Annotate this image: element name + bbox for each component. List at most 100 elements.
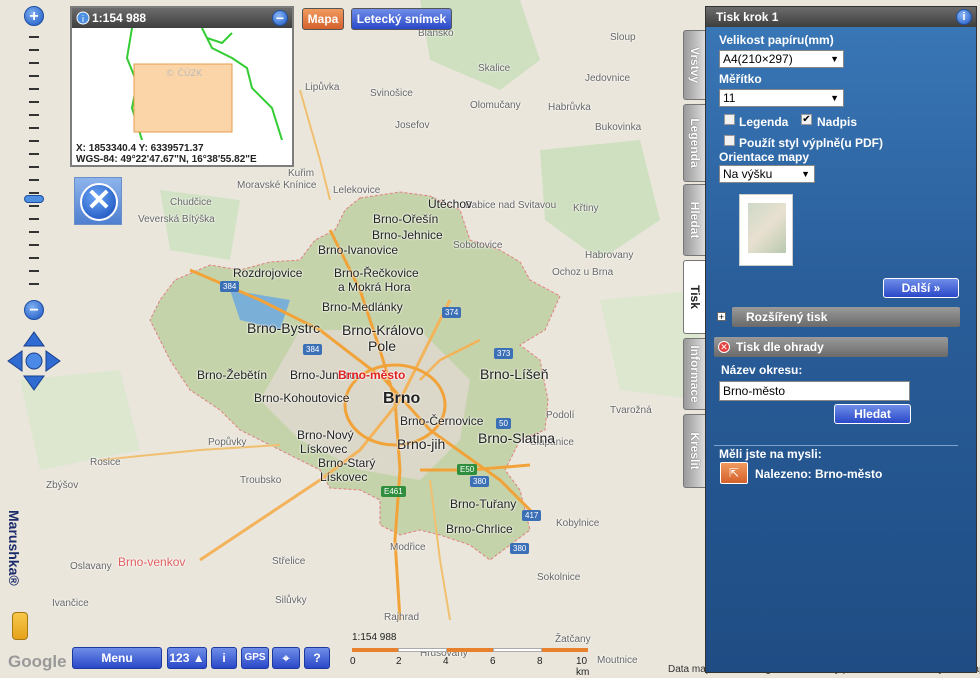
chevron-down-icon: ▼ — [830, 54, 839, 64]
zoom-level-tick[interactable] — [29, 114, 39, 116]
panel-header: Tisk krok 1 i — [706, 7, 976, 27]
zoom-level-tick[interactable] — [29, 192, 39, 194]
close-tool-button[interactable]: ✕ — [74, 177, 122, 225]
zoom-level-tick[interactable] — [29, 75, 39, 77]
measure-button[interactable]: 123 ▲ — [167, 647, 207, 669]
suggestion-label: Měli jste na mysli: — [719, 447, 822, 461]
orientation-label: Orientace mapy — [719, 150, 810, 164]
map-place-label: Sloup — [610, 32, 636, 43]
tab-tisk[interactable]: Tisk — [683, 260, 705, 334]
tab-legenda[interactable]: Legenda — [683, 104, 705, 182]
map-type-aerial-button[interactable]: Letecký snímek — [351, 8, 452, 30]
extended-print-label: Rozšířený tisk — [746, 310, 828, 324]
zoom-level-tick[interactable] — [29, 257, 39, 259]
overview-watermark: © ČÚZK — [166, 67, 204, 79]
help-button[interactable]: ? — [304, 647, 330, 669]
map-place-label: Brno-Ořešín — [373, 212, 439, 226]
map-place-label: Brno-Jehnice — [372, 228, 443, 242]
map-place-label: Brno-Řečkovice — [334, 266, 419, 280]
map-place-label: Rozdrojovice — [233, 266, 303, 280]
map-place-label: Kuřim — [288, 168, 315, 179]
scale-label: 10 km — [576, 656, 590, 678]
zoom-level-tick[interactable] — [29, 283, 39, 285]
print-by-area-label: Tisk dle ohrady — [736, 340, 824, 354]
zoom-bar: + − — [22, 6, 46, 320]
tab-kreslit[interactable]: Kreslit — [683, 414, 705, 488]
tab-hledat[interactable]: Hledat — [683, 184, 705, 256]
paper-size-select[interactable]: A4(210×297) ▼ — [719, 50, 844, 68]
overview-coord-wgs: WGS-84: 49°22'47.67"N, 16°38'55.82"E — [76, 154, 257, 165]
zoom-level-tick[interactable] — [29, 153, 39, 155]
zoom-level-tick[interactable] — [29, 218, 39, 220]
overview-coordinates: X: 1853340.4 Y: 6339571.37 WGS-84: 49°22… — [76, 143, 257, 165]
legend-label: Legenda — [739, 115, 789, 129]
zoom-in-button[interactable]: + — [24, 6, 44, 26]
zoom-to-result-icon[interactable]: ⇱ — [720, 462, 748, 484]
tab-label: Hledat — [688, 201, 702, 239]
legend-checkbox[interactable] — [724, 114, 735, 125]
pan-left-icon — [7, 350, 23, 372]
zoom-level-tick[interactable] — [29, 166, 39, 168]
map-place-label: Brno-Černovice — [400, 414, 484, 428]
locate-button[interactable]: ⌖ — [272, 647, 300, 669]
road-shield: 384 — [303, 344, 323, 355]
extended-print-bar[interactable]: Rozšířený tisk — [732, 307, 960, 327]
overview-map[interactable]: 1:154 988 i − © ČÚZK X: 1853340.4 Y: 633… — [70, 6, 294, 167]
tab-vrstvy[interactable]: Vrstvy — [683, 30, 705, 100]
gps-button[interactable]: GPS — [241, 647, 269, 669]
found-result-link[interactable]: Nalezeno: Brno-město — [755, 467, 882, 481]
tab-label: Informace — [688, 345, 702, 403]
map-place-label: Brno — [383, 390, 421, 407]
zoom-level-tick[interactable] — [29, 140, 39, 142]
close-icon[interactable]: ✕ — [718, 341, 730, 353]
zoom-level-tick[interactable] — [29, 36, 39, 38]
orientation-select[interactable]: Na výšku ▼ — [719, 165, 815, 183]
road-shield: 417 — [522, 510, 542, 521]
zoom-level-tick[interactable] — [29, 205, 39, 207]
info-button[interactable]: i — [211, 647, 237, 669]
zoom-level-tick[interactable] — [29, 270, 39, 272]
pan-control[interactable] — [6, 330, 62, 392]
next-button[interactable]: Další » — [883, 278, 959, 298]
scale-label: Měřítko — [719, 72, 762, 86]
street-view-pegman-icon[interactable] — [12, 612, 28, 640]
pan-up-icon — [23, 331, 45, 347]
district-input[interactable]: Brno-město — [719, 381, 910, 401]
overview-minimize-button[interactable]: − — [272, 10, 288, 26]
zoom-level-tick[interactable] — [29, 231, 39, 233]
zoom-level-tick[interactable] — [29, 179, 39, 181]
caption-checkbox[interactable]: ✔ — [801, 114, 812, 125]
info-icon[interactable]: i — [76, 11, 90, 25]
zoom-level-tick[interactable] — [29, 88, 39, 90]
fill-style-checkbox[interactable] — [724, 135, 735, 146]
brand-logo: Marushka® — [6, 510, 22, 586]
zoom-level-tick[interactable] — [29, 49, 39, 51]
zoom-level-tick[interactable] — [29, 62, 39, 64]
info-icon[interactable]: i — [956, 9, 972, 25]
road-shield: 373 — [494, 348, 514, 359]
zoom-level-tick[interactable] — [29, 244, 39, 246]
zoom-level-tick[interactable] — [29, 101, 39, 103]
map-place-label: Tvarožná — [610, 405, 652, 416]
chevron-down-icon: ▼ — [801, 169, 810, 179]
close-icon: ✕ — [80, 183, 118, 221]
print-by-area-bar[interactable]: Tisk dle ohrady — [714, 337, 948, 357]
search-button[interactable]: Hledat — [834, 404, 911, 424]
svg-text:i: i — [82, 15, 85, 25]
map-place-label: Moutnice — [597, 655, 638, 666]
zoom-slider-handle[interactable] — [24, 195, 44, 203]
zoom-out-button[interactable]: − — [24, 300, 44, 320]
menu-button[interactable]: Menu — [72, 647, 162, 669]
map-place-label: Brno-Nový — [297, 428, 354, 442]
map-type-mapa-button[interactable]: Mapa — [302, 8, 344, 30]
road-shield: E50 — [457, 464, 478, 475]
map-place-label: Střelice — [272, 556, 306, 567]
map-place-label: Útěchov — [428, 197, 473, 211]
overview-coord-xy: X: 1853340.4 Y: 6339571.37 — [76, 143, 204, 154]
zoom-level-tick[interactable] — [29, 127, 39, 129]
scale-select[interactable]: 11 ▼ — [719, 89, 844, 107]
road-shield: 384 — [220, 281, 240, 292]
expand-icon[interactable]: + — [717, 312, 726, 322]
tab-informace[interactable]: Informace — [683, 338, 705, 410]
tab-label: Legenda — [688, 118, 702, 168]
